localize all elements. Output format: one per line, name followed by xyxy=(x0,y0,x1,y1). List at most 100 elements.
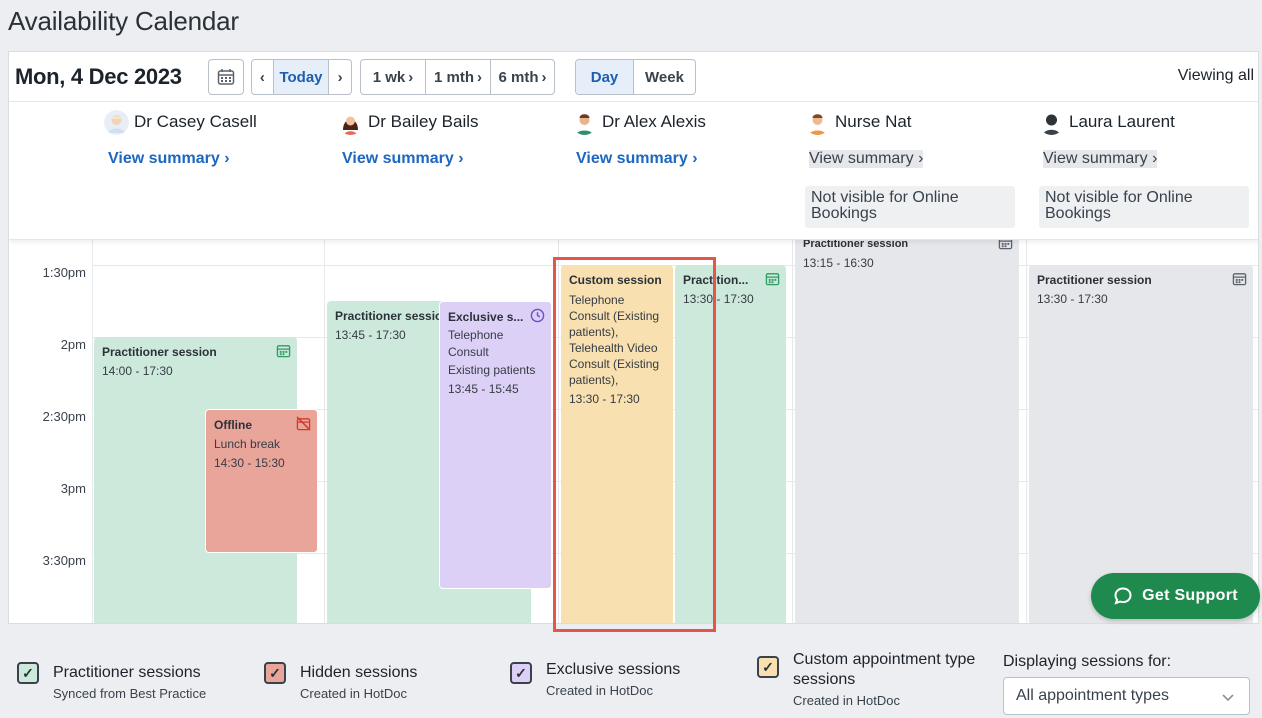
jump-6-month-label: 6 mth xyxy=(498,68,539,86)
practitioner-header-row: Dr Casey Casell View summary › Dr Bailey… xyxy=(9,102,1258,240)
chevron-right-icon: › xyxy=(337,68,343,86)
page-title: Availability Calendar xyxy=(8,6,239,36)
column-divider xyxy=(1026,240,1027,623)
chevron-right-icon: › xyxy=(458,150,464,167)
clock-icon xyxy=(530,308,545,323)
jump-1-week-button[interactable]: 1 wk › xyxy=(361,60,426,94)
current-date: Mon, 4 Dec 2023 xyxy=(15,64,182,89)
legend-title: Practitioner sessions xyxy=(53,664,201,681)
time-label: 3pm xyxy=(60,481,86,496)
select-value: All appointment types xyxy=(1016,687,1169,704)
practitioner-name: Dr Bailey Bails xyxy=(368,112,479,131)
event-time: 14:30 - 15:30 xyxy=(214,456,285,470)
legend-subtitle: Created in HotDoc xyxy=(546,683,653,698)
today-button[interactable]: Today xyxy=(273,60,330,94)
practitioner-column-header: Dr Alex Alexis View summary › xyxy=(572,102,792,240)
check-icon: ✓ xyxy=(510,662,532,684)
legend-subtitle: Synced from Best Practice xyxy=(53,686,207,701)
calendar-icon xyxy=(1232,273,1247,286)
get-support-button[interactable]: Get Support xyxy=(1091,573,1260,619)
date-picker-button[interactable] xyxy=(208,59,244,95)
filter-label: Displaying sessions for: xyxy=(1003,653,1172,670)
time-label: 3:30pm xyxy=(42,553,86,568)
view-summary-link[interactable]: View summary › xyxy=(809,150,924,168)
time-label: 2pm xyxy=(60,337,86,352)
avatar-icon xyxy=(1039,110,1064,135)
day-view-button[interactable]: Day xyxy=(576,60,634,94)
time-label: 1:30pm xyxy=(42,265,86,280)
chevron-down-icon xyxy=(1222,694,1234,702)
range-jump-group: 1 wk › 1 mth › 6 mth › xyxy=(360,59,555,95)
practitioner-name: Dr Casey Casell xyxy=(134,112,257,131)
avatar-icon xyxy=(104,110,129,135)
event-detail: Existing patients xyxy=(448,363,536,377)
time-column: 1:30pm 2pm 2:30pm 3pm 3:30pm xyxy=(9,240,92,623)
event-time: 13:15 - 16:30 xyxy=(803,256,874,270)
event-title: Practitioner session xyxy=(102,345,217,359)
jump-1-month-button[interactable]: 1 mth › xyxy=(426,60,491,94)
jump-1-week-label: 1 wk xyxy=(372,68,406,86)
event-time: 14:00 - 17:30 xyxy=(102,364,173,378)
view-summary-link[interactable]: View summary › xyxy=(576,150,698,168)
calendar-icon xyxy=(276,345,291,358)
practitioner-session-event[interactable]: Practitioner session 13:15 - 16:30 xyxy=(795,229,1019,623)
jump-6-month-button[interactable]: 6 mth › xyxy=(491,60,554,94)
time-label: 2:30pm xyxy=(42,409,86,424)
appointment-type-select[interactable]: All appointment types xyxy=(1003,677,1250,715)
day-navigation: ‹ Today › xyxy=(251,59,352,95)
view-toggle: Day Week xyxy=(575,59,696,95)
practitioner-name: Dr Alex Alexis xyxy=(602,112,706,131)
avatar-icon xyxy=(572,110,597,135)
chevron-right-icon: › xyxy=(918,150,924,167)
next-day-button[interactable]: › xyxy=(329,60,351,94)
chevron-right-icon: › xyxy=(1152,150,1158,167)
legend-title: Custom appointment type sessions xyxy=(793,651,976,688)
view-summary-link[interactable]: View summary › xyxy=(108,150,230,168)
not-visible-badge: Not visible for Online Bookings xyxy=(805,186,1015,228)
legend-subtitle: Created in HotDoc xyxy=(300,686,407,701)
practitioner-name: Laura Laurent xyxy=(1069,112,1175,131)
calendar-icon xyxy=(217,69,235,85)
legend-title: Hidden sessions xyxy=(300,664,418,681)
highlight-box xyxy=(553,257,716,632)
avatar-icon xyxy=(338,110,363,135)
avatar-icon xyxy=(805,110,830,135)
check-icon: ✓ xyxy=(264,662,286,684)
event-detail: Consult xyxy=(448,345,489,359)
legend-subtitle: Created in HotDoc xyxy=(793,693,900,708)
chevron-right-icon: › xyxy=(224,150,230,167)
chevron-right-icon: › xyxy=(692,150,698,167)
chevron-right-icon: › xyxy=(477,68,482,86)
calendar-icon xyxy=(765,273,780,286)
view-summary-link[interactable]: View summary › xyxy=(342,150,464,168)
not-visible-badge: Not visible for Online Bookings xyxy=(1039,186,1249,228)
view-summary-link[interactable]: View summary › xyxy=(1043,150,1158,168)
calendar-toolbar: Mon, 4 Dec 2023 ‹ Today › 1 wk › 1 mth › 6… xyxy=(9,52,1258,102)
check-icon: ✓ xyxy=(757,656,779,678)
viewing-filter-label[interactable]: Viewing all xyxy=(1178,67,1254,85)
calendar-off-icon xyxy=(296,416,311,431)
event-title: Exclusive s... xyxy=(448,310,524,324)
event-detail: Telephone xyxy=(448,328,504,342)
previous-day-button[interactable]: ‹ xyxy=(252,60,274,94)
column-divider xyxy=(324,240,325,623)
practitioner-session-event[interactable]: Practitioner session 13:30 - 17:30 xyxy=(1029,265,1253,623)
practitioner-column-header: Nurse Nat View summary › Not visible for… xyxy=(805,102,1025,240)
chevron-right-icon: › xyxy=(408,68,414,86)
week-view-button[interactable]: Week xyxy=(634,60,695,94)
practitioner-column-header: Laura Laurent View summary › Not visible… xyxy=(1039,102,1254,240)
chat-bubble-icon xyxy=(1114,587,1132,605)
event-title: Practitioner session xyxy=(1037,273,1152,287)
legend-title: Exclusive sessions xyxy=(546,661,681,678)
hidden-session-event[interactable]: Offline Lunch break 14:30 - 15:30 xyxy=(205,409,318,553)
exclusive-session-event[interactable]: Exclusive s... Telephone Consult Existin… xyxy=(439,301,552,589)
chevron-right-icon: › xyxy=(541,68,547,86)
practitioner-column-header: Dr Casey Casell View summary › xyxy=(104,102,324,240)
check-icon: ✓ xyxy=(17,662,39,684)
jump-1-month-label: 1 mth xyxy=(433,68,474,86)
column-divider xyxy=(92,240,93,623)
column-divider xyxy=(792,240,793,623)
get-support-label: Get Support xyxy=(1142,587,1238,604)
chevron-left-icon: ‹ xyxy=(259,68,265,86)
event-title: Offline xyxy=(214,418,252,432)
